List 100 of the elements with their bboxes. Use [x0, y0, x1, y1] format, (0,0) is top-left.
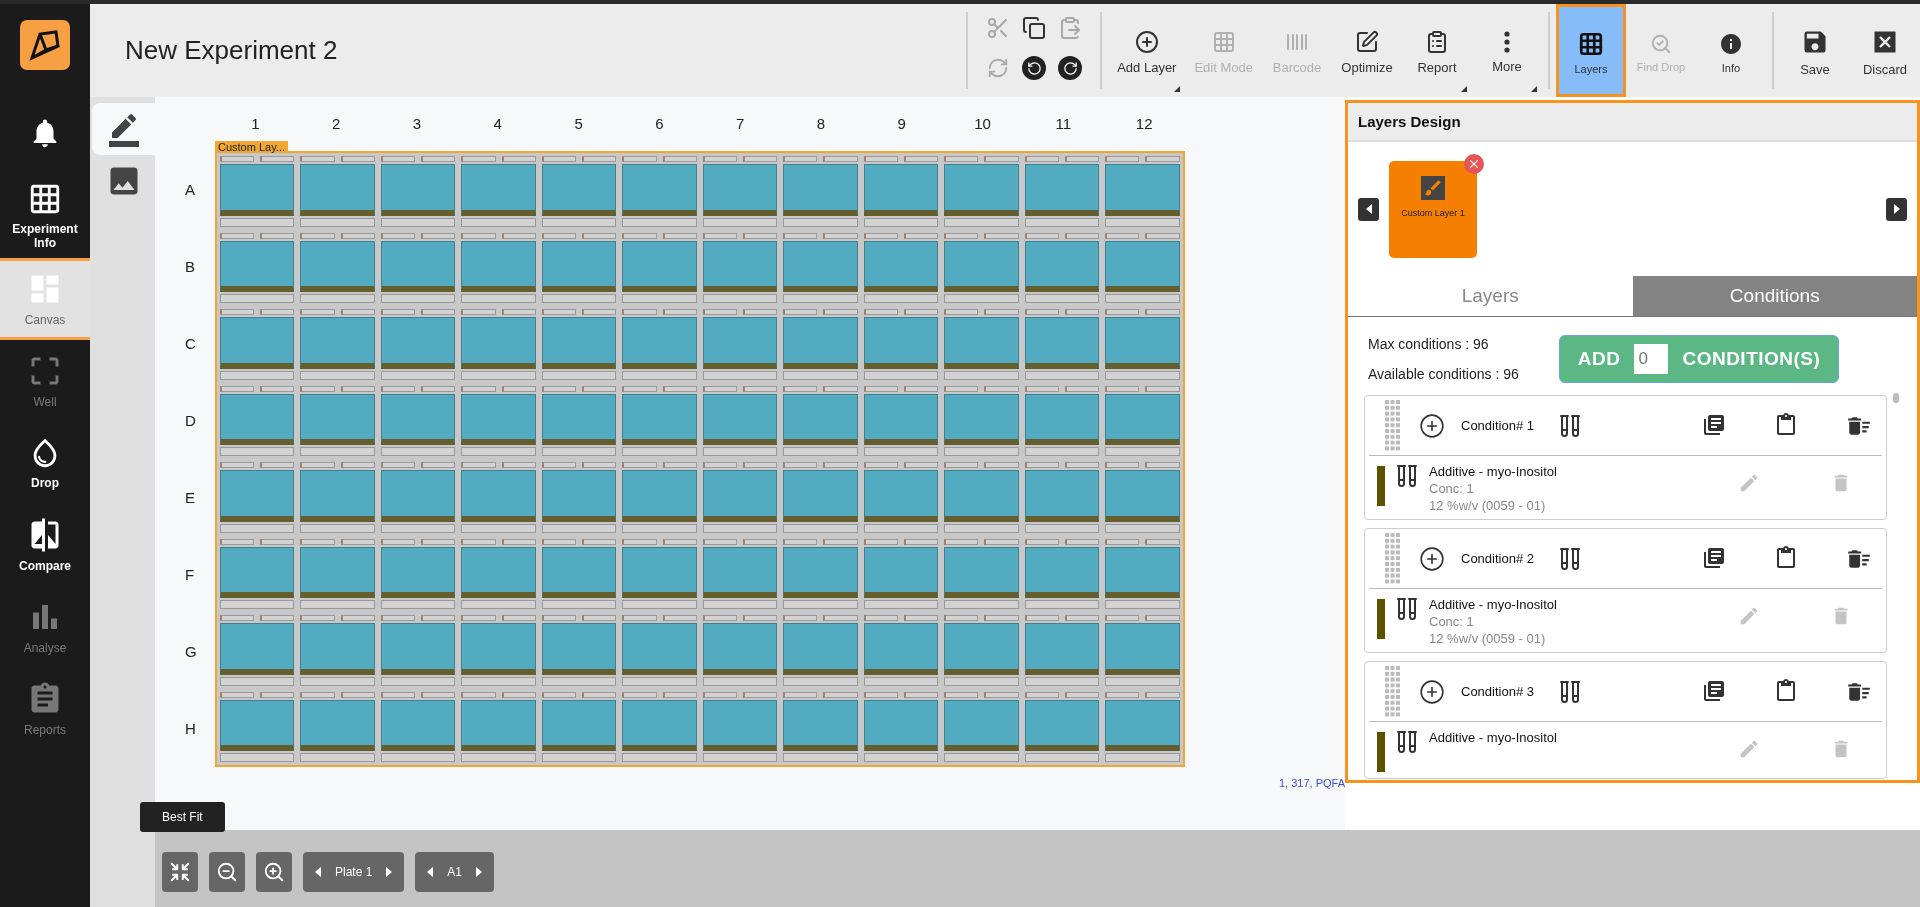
- plate-well[interactable]: [941, 306, 1022, 383]
- plate-well[interactable]: [780, 306, 861, 383]
- search-icon: [1650, 32, 1672, 55]
- best-fit-button[interactable]: [162, 852, 198, 892]
- test-tubes-add-button[interactable]: [1558, 679, 1582, 704]
- column-label: 3: [411, 115, 423, 132]
- plate-well[interactable]: [619, 153, 700, 230]
- zoom-in-icon: [263, 861, 285, 883]
- add-conditions-button[interactable]: ADD 0 CONDITION(S): [1558, 335, 1840, 383]
- toolbar-button[interactable]: Info: [1696, 4, 1766, 97]
- left-triangle-icon: [1365, 204, 1372, 214]
- add-circle-button[interactable]: [1419, 412, 1445, 439]
- row-label: G: [185, 642, 198, 662]
- row-label: A: [185, 180, 196, 200]
- copy-icon: [1022, 16, 1047, 40]
- copy-button[interactable]: [1022, 16, 1047, 40]
- paste-icon: [1774, 545, 1798, 570]
- additive-concentration: Conc: 1: [1429, 614, 1475, 629]
- plate-well[interactable]: [941, 153, 1022, 230]
- row-label: F: [185, 565, 196, 585]
- zoom-in-button[interactable]: [256, 852, 292, 892]
- panel-tab[interactable]: Conditions: [1632, 276, 1917, 316]
- redo-button[interactable]: [1058, 56, 1083, 80]
- plate-well[interactable]: [619, 459, 700, 536]
- well-navigator[interactable]: A1: [415, 852, 495, 892]
- condition-title: Condition# 3: [1461, 684, 1534, 699]
- row-label: C: [185, 334, 197, 354]
- additive-amount: 12 %w/v (0059 - 01): [1429, 631, 1547, 646]
- layer-card[interactable]: Custom Layer 1: [1389, 160, 1477, 258]
- previous-icon[interactable]: [427, 867, 434, 877]
- close-button[interactable]: [1464, 153, 1484, 174]
- edit-square-icon: [1355, 30, 1379, 54]
- toolbar-button[interactable]: Optimize: [1332, 4, 1402, 97]
- plate-well[interactable]: [1102, 153, 1183, 230]
- additive-name: Additive - myo-Inositol: [1429, 730, 1557, 745]
- plate-well[interactable]: [1102, 306, 1183, 383]
- scrollbar-thumb[interactable]: [1893, 393, 1899, 403]
- copy-icon: [1702, 678, 1726, 703]
- app-logo[interactable]: [20, 20, 70, 70]
- undo-button[interactable]: [1022, 56, 1047, 80]
- plate-well[interactable]: [297, 459, 378, 536]
- next-icon[interactable]: [386, 867, 393, 877]
- plate-well[interactable]: [780, 459, 861, 536]
- plate-well[interactable]: [1102, 459, 1183, 536]
- copy-icon: [1702, 545, 1726, 570]
- plate-navigator[interactable]: Plate 1: [303, 852, 405, 892]
- paste-icon: [1058, 16, 1083, 40]
- plate-well[interactable]: [458, 306, 539, 383]
- plate-well[interactable]: [619, 612, 700, 689]
- plate-well[interactable]: [297, 153, 378, 230]
- redo-icon: [1058, 56, 1083, 80]
- test-tubes-add-button[interactable]: [1558, 546, 1582, 571]
- plate-well[interactable]: [297, 306, 378, 383]
- next-icon[interactable]: [476, 867, 483, 877]
- toolbar-button[interactable]: Discard: [1850, 4, 1920, 97]
- plate-coordinates: 1, 317, PQFA: [1278, 777, 1345, 789]
- add-circle-button[interactable]: [1419, 545, 1445, 572]
- plate-well[interactable]: [780, 153, 861, 230]
- plus-circle-icon: [1419, 412, 1445, 439]
- zoom-out-icon: [216, 861, 238, 883]
- pencil-icon: [1738, 472, 1760, 494]
- add-label: ADD: [1577, 348, 1621, 370]
- zoom-out-button[interactable]: [209, 852, 245, 892]
- plate-well[interactable]: [458, 612, 539, 689]
- plus-circle-icon: [1134, 30, 1159, 54]
- test-tubes-icon: [1558, 413, 1582, 438]
- drag-handle-icon[interactable]: [1385, 399, 1401, 452]
- next-button[interactable]: [1886, 197, 1907, 221]
- plate-well[interactable]: [941, 459, 1022, 536]
- drag-handle-icon[interactable]: [1385, 532, 1401, 585]
- sidebar-item[interactable]: Experiment Info: [0, 174, 90, 258]
- toolbar-button[interactable]: Save: [1780, 4, 1850, 97]
- previous-button[interactable]: [1358, 197, 1379, 221]
- condition-count-field[interactable]: 0: [1634, 344, 1669, 374]
- drag-handle-icon[interactable]: [1385, 665, 1401, 718]
- view-tab[interactable]: [92, 103, 155, 155]
- column-label: 6: [654, 115, 665, 132]
- plate-well[interactable]: [1102, 612, 1183, 689]
- sidebar-item[interactable]: Compare: [0, 504, 90, 586]
- sidebar-item[interactable]: Drop: [0, 422, 90, 504]
- previous-icon[interactable]: [315, 867, 321, 877]
- plate-well[interactable]: [458, 153, 539, 230]
- grid-icon: [1211, 30, 1236, 54]
- column-label: 5: [573, 115, 584, 132]
- condition-title: Condition# 2: [1461, 551, 1534, 566]
- plate-well[interactable]: [941, 612, 1022, 689]
- plate-well[interactable]: [619, 306, 700, 383]
- refresh-icon: [987, 57, 1010, 79]
- layer-tag: Custom Lay...: [215, 141, 289, 153]
- plate-well[interactable]: [780, 612, 861, 689]
- add-circle-button[interactable]: [1419, 678, 1445, 705]
- toolbar-button[interactable]: Add Layer: [1108, 4, 1186, 97]
- plus-circle-icon: [1419, 545, 1445, 572]
- sidebar-item[interactable]: Canvas: [0, 258, 90, 340]
- paste-icon: [1774, 678, 1798, 703]
- plate-well[interactable]: [297, 612, 378, 689]
- brush-icon: [1421, 175, 1445, 200]
- plate-well[interactable]: [458, 459, 539, 536]
- toolbar-button[interactable]: Layers: [1556, 4, 1626, 97]
- test-tubes-add-button[interactable]: [1558, 413, 1582, 438]
